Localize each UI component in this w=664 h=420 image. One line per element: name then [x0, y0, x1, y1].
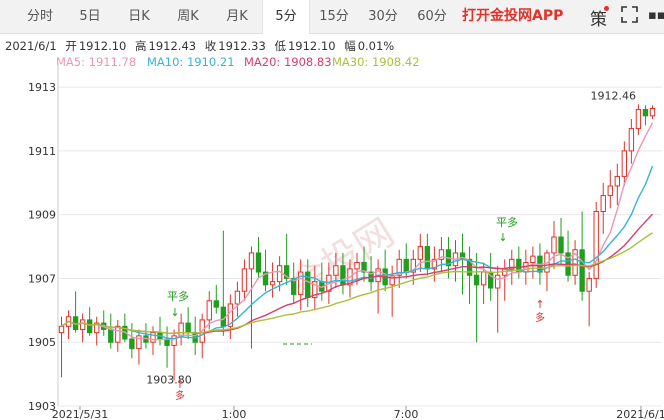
candle-body: [480, 271, 487, 286]
y-tick-label: 1911: [28, 145, 56, 158]
candle-body: [248, 252, 255, 270]
candle-body: [614, 175, 620, 187]
candle-body: [276, 265, 283, 283]
candle-body: [241, 268, 248, 292]
x-tick-label: 7:00: [394, 408, 419, 420]
candle-body: [305, 271, 311, 299]
candle-body: [530, 255, 536, 264]
candle-body: [473, 274, 480, 286]
candle-body: [417, 246, 423, 260]
candle-body: [185, 322, 191, 334]
candle-body: [108, 328, 114, 343]
signal-close-long-label: 平多: [167, 289, 189, 303]
candle-body: [171, 335, 177, 346]
candle-body: [586, 277, 592, 292]
candle-body: [642, 108, 649, 117]
candle-body: [150, 332, 156, 343]
candle-body: [213, 300, 219, 308]
candle-body: [269, 281, 276, 286]
candle-body: [354, 262, 360, 270]
candle-body: [600, 195, 606, 212]
candle-body: [635, 108, 642, 130]
candle-body: [129, 338, 135, 350]
candle-body: [164, 338, 170, 346]
signal-long-label: 多: [535, 311, 545, 324]
candle-body: [79, 319, 86, 330]
signal-long-label: 多: [175, 389, 185, 402]
candle-body: [234, 290, 241, 305]
candle-body: [115, 325, 121, 343]
candle-body: [495, 274, 501, 289]
min-price-label: 1903.80: [146, 373, 192, 386]
candle-body: [58, 325, 65, 334]
candle-body: [593, 210, 599, 279]
candle-body: [178, 322, 184, 337]
x-tick-label: 2021/6/1: [616, 408, 664, 420]
candle-body: [298, 271, 304, 295]
y-tick-label: 1909: [28, 209, 56, 222]
signal-arrow-up-icon: ↑: [175, 378, 184, 391]
candle-body: [340, 265, 346, 286]
candle-body: [628, 128, 635, 152]
candle-body: [86, 319, 93, 334]
x-tick-label: 2021/5/31: [52, 408, 108, 420]
signal-arrow-down-icon: ↓: [170, 306, 179, 319]
candle-body: [403, 258, 409, 273]
candle-body: [206, 300, 212, 321]
signal-close-long-label: 平多: [496, 215, 518, 229]
candlestick-chart[interactable]: 1913191119091907190519032021/5/31 1:00 7:0…: [0, 0, 664, 420]
candle-body: [558, 236, 564, 254]
candle-body: [333, 265, 339, 276]
signal-arrow-down-icon: ↓: [498, 231, 507, 244]
candle-body: [649, 107, 656, 117]
x-tick-label: 1:00: [222, 408, 247, 420]
signal-arrow-up-icon: ↑: [535, 298, 544, 311]
max-price-label: 1912.46: [591, 89, 637, 102]
y-tick-label: 1907: [28, 272, 56, 285]
candle-body: [621, 150, 628, 177]
candle-body: [579, 249, 585, 292]
candle-body: [255, 252, 262, 273]
y-tick-label: 1905: [28, 336, 56, 349]
y-tick-label: 1913: [28, 81, 56, 94]
candle-body: [551, 236, 557, 254]
candle-body: [607, 185, 613, 197]
candle-body: [424, 246, 431, 270]
